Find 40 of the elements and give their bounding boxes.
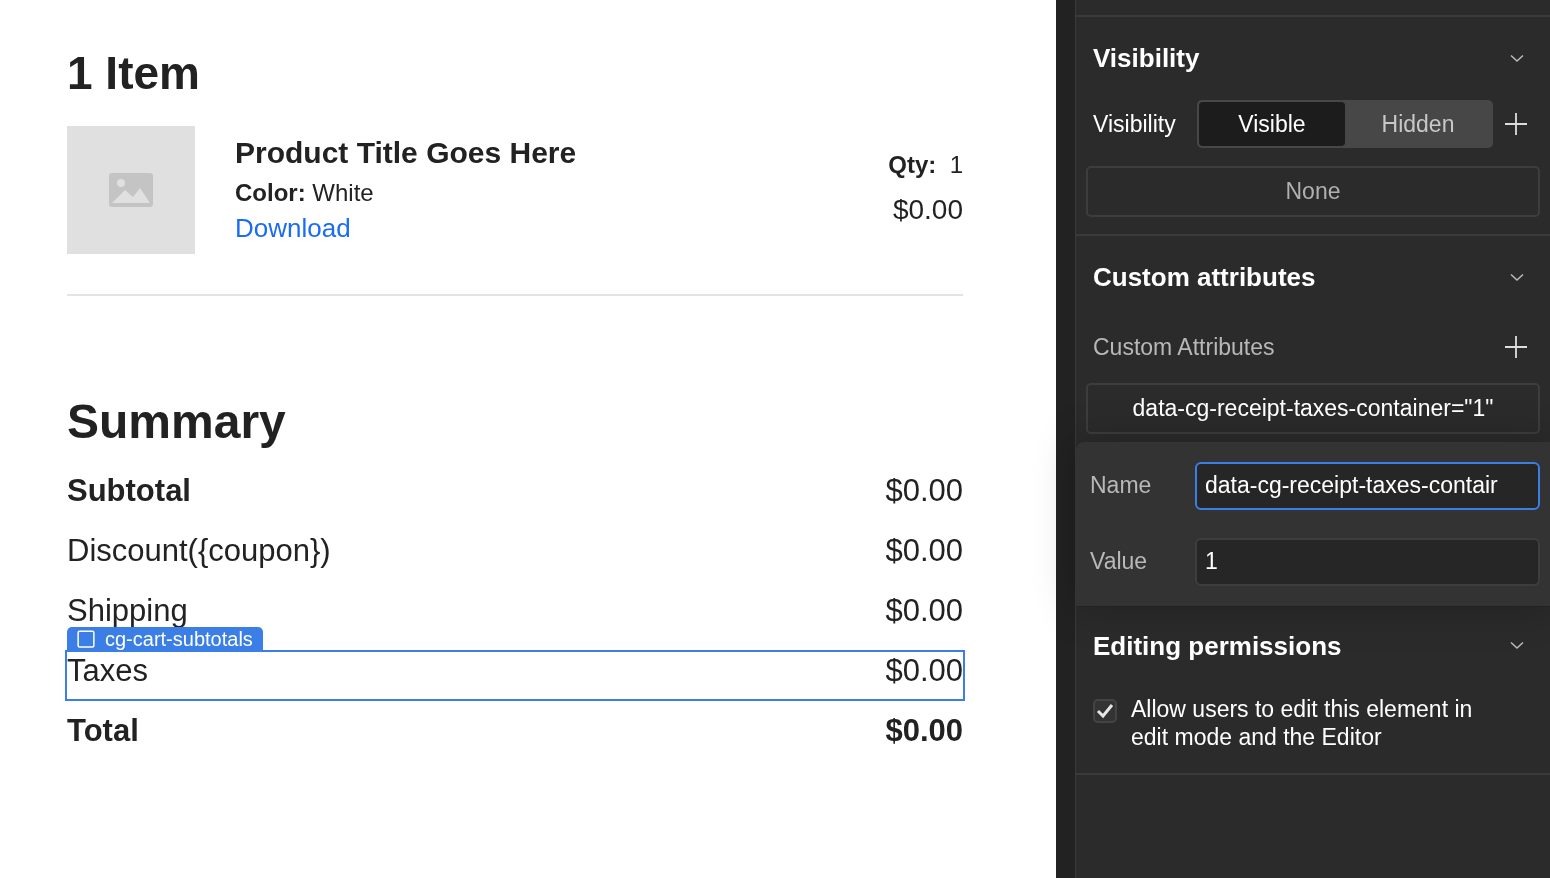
summary-value: $0.00 xyxy=(885,535,963,567)
chevron-icon[interactable] xyxy=(1510,53,1524,63)
checkbox-label: Allow users to edit this element in edit mode and the Editor xyxy=(1131,694,1474,751)
product-title: Product Title Goes Here xyxy=(235,135,577,171)
price-text: $0.00 xyxy=(892,193,963,227)
field-label: Visibility xyxy=(1093,109,1177,139)
checkbox[interactable] xyxy=(1093,698,1117,723)
image-icon xyxy=(108,172,154,208)
add-icon[interactable] xyxy=(1504,335,1528,360)
add-icon[interactable] xyxy=(1504,112,1528,136)
summary-label: Total xyxy=(67,715,139,747)
chevron-icon[interactable] xyxy=(1510,641,1524,650)
summary-label: Taxes xyxy=(67,655,148,687)
attribute-item[interactable]: data-cg-receipt-taxes-container="1" xyxy=(1086,382,1540,434)
text-input[interactable]: data-cg-receipt-taxes-contair xyxy=(1195,461,1540,510)
section-heading: Visibility xyxy=(1093,42,1200,75)
summary-label: Discount({coupon}) xyxy=(67,535,331,567)
section-heading: Editing permissions xyxy=(1093,629,1342,663)
summary-value: $0.00 xyxy=(885,655,963,687)
summary-label: Subtotal xyxy=(67,475,191,507)
condition-button[interactable]: None xyxy=(1086,166,1540,217)
section-heading: Custom attributes xyxy=(1093,261,1316,294)
quantity-text: Qty: 1 xyxy=(888,150,963,180)
field-label: Value xyxy=(1090,547,1149,577)
field-label: Name xyxy=(1090,471,1153,501)
summary-value: $0.00 xyxy=(885,475,963,507)
text-input[interactable]: 1 xyxy=(1195,537,1540,586)
product-color: Color: White xyxy=(235,178,375,208)
segment-option[interactable]: Visible xyxy=(1199,102,1345,146)
element-badge: cg-cart-subtotals xyxy=(67,627,263,651)
page-heading: 1 Item xyxy=(67,46,201,101)
summary-value: $0.00 xyxy=(885,715,963,747)
segment-option[interactable]: Hidden xyxy=(1345,102,1491,146)
chevron-icon[interactable] xyxy=(1510,272,1524,282)
section-heading: Summary xyxy=(67,394,287,450)
summary-value: $0.00 xyxy=(885,595,963,627)
download-link[interactable]: Download xyxy=(235,210,577,246)
summary-label: Shipping xyxy=(67,595,188,627)
field-label: Custom Attributes xyxy=(1093,333,1275,362)
square-icon xyxy=(77,630,95,648)
